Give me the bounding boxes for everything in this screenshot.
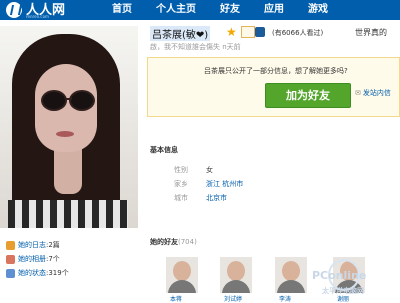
privacy-notice-box: 吕茶展只公开了一部分信息，想了解她更多吗? 加为好友 发站内信 bbox=[147, 57, 400, 117]
city-value[interactable]: 北京市 bbox=[206, 191, 227, 205]
send-message-link[interactable]: 发站内信 bbox=[355, 88, 391, 98]
status-text: 啟，我不知道誰会傷失 bbox=[150, 43, 220, 51]
renren-logo[interactable]: 人人网 renren.com bbox=[0, 0, 98, 20]
profile-status: 啟，我不知道誰会傷失 n天前 bbox=[150, 42, 241, 52]
status-count: :319个 bbox=[46, 269, 69, 277]
profile-name: 吕茶展(敏❤) bbox=[150, 26, 211, 41]
hometown-label: 家乡 bbox=[174, 180, 188, 188]
friend-avatar[interactable] bbox=[220, 257, 252, 293]
star-icon: ★ bbox=[226, 25, 237, 39]
privacy-notice-text: 吕茶展只公开了一部分信息，想了解她更多吗? bbox=[204, 67, 348, 75]
blog-count: :2篇 bbox=[46, 241, 60, 249]
friend-avatar[interactable] bbox=[275, 257, 307, 293]
top-navigation-bar: 人人网 renren.com 首页 个人主页 好友 应用 游戏 bbox=[0, 0, 400, 20]
logo-icon bbox=[6, 2, 22, 18]
profile-links: 她的日志:2篇 她的相册:7个 她的状态:319个 bbox=[0, 238, 138, 280]
nav-friends[interactable]: 好友 bbox=[220, 0, 240, 20]
blog-link[interactable]: 她的日志:2篇 bbox=[0, 238, 138, 252]
album-icon bbox=[6, 254, 15, 264]
blog-icon bbox=[6, 240, 15, 250]
profile-world-text: 世界真的 bbox=[355, 28, 387, 37]
friend-card[interactable]: 本蒋 bbox=[166, 257, 204, 303]
friend-card[interactable]: 刘试婷 bbox=[220, 257, 258, 303]
hometown-row: 家乡 浙江 杭州市 bbox=[174, 177, 243, 191]
city-row: 城市 北京市 bbox=[174, 191, 243, 205]
status-time: n天前 bbox=[222, 43, 241, 51]
right-sunglass-lens bbox=[69, 90, 95, 111]
friends-title-text: 她的好友 bbox=[150, 238, 178, 246]
status-label: 她的状态 bbox=[18, 269, 46, 277]
watermark-text: PConline bbox=[312, 269, 367, 282]
profile-photo[interactable] bbox=[0, 26, 138, 228]
blog-label: 她的日志 bbox=[18, 241, 46, 249]
album-count: :7个 bbox=[46, 255, 60, 263]
profile-name-row: 吕茶展(敏❤) ★ (有6066人看过) 世界真的 bbox=[150, 25, 400, 42]
watermark-subtext: 太平洋电脑网 bbox=[322, 287, 364, 295]
friends-title: 她的好友(704) bbox=[150, 237, 197, 247]
nav-personal-home[interactable]: 个人主页 bbox=[156, 0, 196, 20]
nav-games[interactable]: 游戏 bbox=[308, 0, 328, 20]
friend-name[interactable]: 本蒋 bbox=[170, 294, 182, 303]
status-link[interactable]: 她的状态:319个 bbox=[0, 266, 138, 280]
logo-subtext: renren.com bbox=[26, 14, 49, 19]
city-label: 城市 bbox=[174, 194, 188, 202]
nav-apps[interactable]: 应用 bbox=[264, 0, 284, 20]
profile-badge-icon bbox=[255, 27, 265, 37]
friend-name[interactable]: 刘试婷 bbox=[224, 294, 242, 303]
nav-home[interactable]: 首页 bbox=[112, 0, 132, 20]
photo-neck bbox=[54, 148, 82, 194]
main-navigation: 首页 个人主页 好友 应用 游戏 bbox=[112, 0, 352, 20]
photo-striped-shirt bbox=[8, 200, 128, 228]
friend-avatar[interactable] bbox=[166, 257, 198, 293]
sunglasses-bridge bbox=[66, 98, 72, 100]
album-label: 她的相册 bbox=[18, 255, 46, 263]
friends-count: (704) bbox=[178, 238, 197, 246]
profile-visits: (有6066人看过) bbox=[272, 29, 324, 37]
hometown-value[interactable]: 浙江 杭州市 bbox=[206, 177, 243, 191]
album-link[interactable]: 她的相册:7个 bbox=[0, 252, 138, 266]
vip-icon bbox=[241, 26, 255, 38]
basic-info-list: 性别 女 家乡 浙江 杭州市 城市 北京市 bbox=[174, 163, 243, 205]
friend-name[interactable]: 李涛 bbox=[279, 294, 291, 303]
gender-value: 女 bbox=[206, 166, 213, 174]
status-icon bbox=[6, 268, 15, 278]
left-sunglass-lens bbox=[41, 90, 67, 111]
add-friend-button[interactable]: 加为好友 bbox=[265, 83, 351, 108]
photo-lips bbox=[56, 131, 74, 137]
pconline-watermark: PConline 太平洋电脑网 bbox=[308, 250, 400, 300]
gender-label: 性别 bbox=[174, 166, 188, 174]
basic-info-title: 基本信息 bbox=[150, 146, 178, 154]
gender-row: 性别 女 bbox=[174, 163, 243, 177]
